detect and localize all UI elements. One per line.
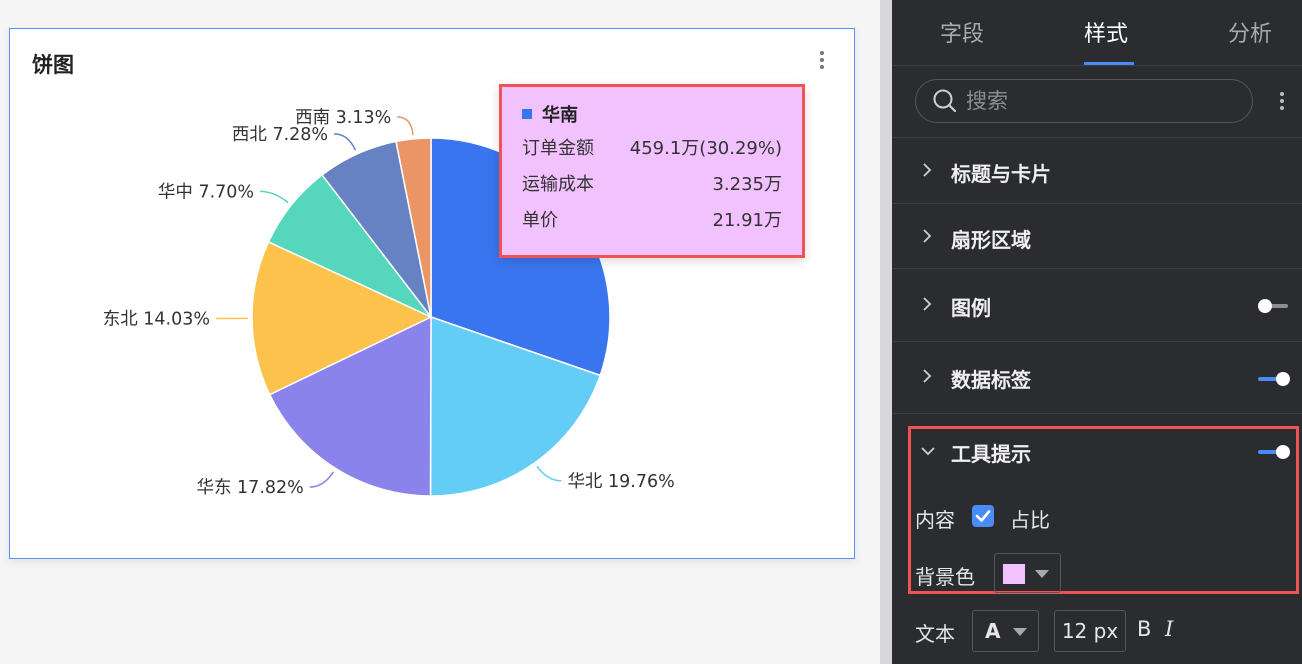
tooltip-row-value: 21.91万 [712, 210, 782, 231]
pie-leader-line [397, 116, 414, 135]
caret-down-icon [1013, 628, 1027, 636]
font-color-picker[interactable]: A [972, 610, 1039, 652]
tooltip-row-label: 运输成本 [522, 174, 594, 195]
pie-data-label: 东北 14.03% [103, 310, 210, 330]
section-label: 标题与卡片 [951, 162, 1051, 186]
pie-leader-line [260, 190, 289, 204]
section-label: 数据标签 [951, 368, 1031, 392]
panel-more-icon[interactable] [1276, 88, 1288, 114]
font-size-input[interactable] [1054, 610, 1126, 652]
ratio-checkbox[interactable] [972, 505, 994, 527]
pie-data-label: 华中 7.70% [158, 182, 254, 202]
italic-button[interactable]: I [1165, 617, 1173, 641]
search-icon [933, 89, 957, 113]
bold-button[interactable]: B [1137, 617, 1151, 641]
tooltip-title-row: 华南 [522, 101, 782, 127]
tooltip-row: 订单金额 459.1万(30.29%) [522, 131, 782, 167]
panel-splitter[interactable] [880, 0, 892, 664]
tooltip-row-value: 3.235万 [712, 174, 782, 195]
pie-data-label: 西南 3.13% [295, 108, 391, 128]
tooltip-row: 单价 21.91万 [522, 203, 782, 239]
chevron-right-icon [923, 369, 932, 383]
section-legend[interactable]: 图例 [892, 272, 1302, 338]
active-tab-indicator [1084, 62, 1134, 65]
legend-toggle[interactable] [1258, 299, 1290, 313]
pie-data-label: 华东 17.82% [196, 478, 303, 498]
search-input[interactable] [966, 89, 1236, 113]
chevron-right-icon [923, 163, 932, 177]
tab-style[interactable]: 样式 [1084, 16, 1128, 48]
divider [892, 268, 1302, 269]
chevron-right-icon [923, 297, 932, 311]
canvas: 饼图 华南 30.29%华北 19.76%华东 17.82%东北 14.03%华… [0, 0, 880, 664]
section-title-card[interactable]: 标题与卡片 [892, 138, 1302, 204]
tooltip-swatch [522, 109, 532, 119]
pie-leader-line [334, 133, 357, 151]
tooltip-row-label: 单价 [522, 210, 558, 231]
search-box[interactable] [915, 79, 1253, 123]
data-labels-toggle[interactable] [1258, 372, 1290, 386]
divider [892, 413, 1302, 414]
tooltip-row: 运输成本 3.235万 [522, 167, 782, 203]
pie-leader-line [536, 465, 562, 482]
pie-leader-line [309, 471, 335, 488]
bg-color-label: 背景色 [915, 565, 975, 589]
ratio-checkbox-label[interactable]: 占比 [1010, 504, 1050, 533]
pie-data-label: 华北 19.76% [567, 472, 674, 492]
tab-fields[interactable]: 字段 [940, 16, 984, 48]
section-label: 扇形区域 [951, 228, 1031, 252]
tooltip-row-label: 订单金额 [522, 138, 594, 159]
chevron-right-icon [923, 229, 932, 243]
check-icon [975, 510, 991, 522]
section-data-labels[interactable]: 数据标签 [892, 344, 1302, 410]
caret-down-icon [1035, 570, 1049, 578]
bg-color-picker[interactable] [994, 553, 1061, 593]
tooltip-title: 华南 [542, 105, 578, 126]
section-sector-area[interactable]: 扇形区域 [892, 204, 1302, 270]
bg-color-swatch [1003, 564, 1025, 584]
tab-analysis[interactable]: 分析 [1228, 16, 1272, 48]
font-color-glyph: A [985, 619, 1001, 643]
chart-tooltip: 华南 订单金额 459.1万(30.29%) 运输成本 3.235万 单价 21… [499, 84, 805, 258]
tooltip-row-value: 459.1万(30.29%) [629, 138, 782, 159]
panel-tabs: 字段 样式 分析 [892, 0, 1302, 66]
section-label: 图例 [951, 296, 991, 320]
divider [892, 341, 1302, 342]
text-label: 文本 [915, 622, 955, 646]
content-label: 内容 [915, 508, 955, 532]
